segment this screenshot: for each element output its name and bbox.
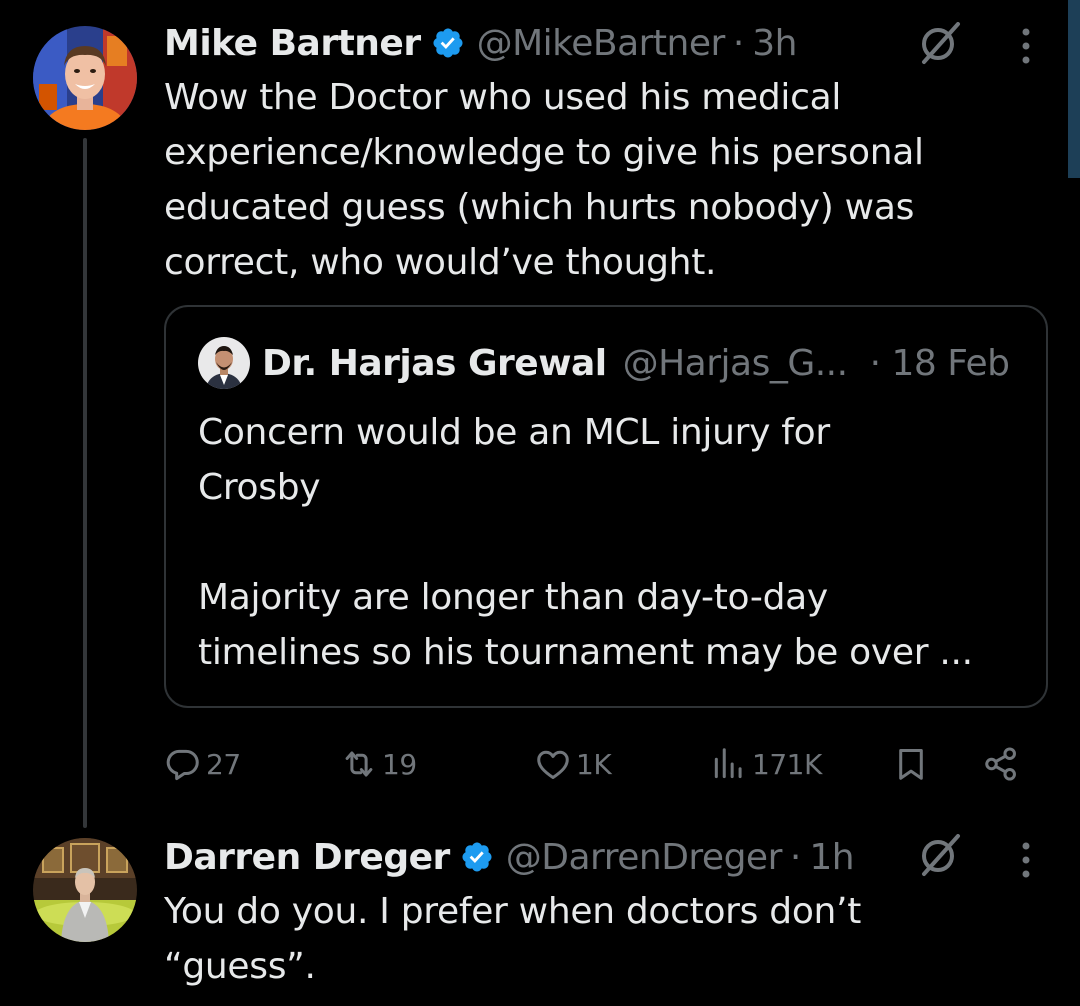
quoted-tweet-text: Concern would be an MCL injury for Crosb… [198, 412, 973, 673]
avatar-mike-bartner[interactable] [33, 26, 137, 130]
avatar-darren-dreger[interactable] [33, 838, 137, 942]
quoted-author-handle: @Harjas_G... [622, 342, 848, 384]
tweet-text: You do you. I prefer when doctors don’t … [164, 891, 862, 987]
timestamp[interactable]: 3h [752, 23, 797, 64]
view-count: 171K [752, 747, 822, 781]
more-options-icon[interactable] [1020, 840, 1032, 880]
like-button[interactable]: 1K [534, 736, 612, 792]
separator: · [789, 836, 802, 878]
views-icon [714, 748, 742, 779]
thread-connector-line [83, 138, 87, 828]
quoted-author-name: Dr. Harjas Grewal [262, 342, 607, 384]
grok-icon[interactable] [918, 22, 962, 66]
verified-badge-icon [462, 842, 492, 872]
reply-icon [166, 749, 199, 781]
repost-icon [345, 751, 373, 777]
separator: · [732, 22, 745, 64]
share-icon [985, 747, 1016, 781]
tweet-thread: Mike Bartner @MikeBartner · 3h Wow the D… [0, 0, 1080, 1006]
repost-count: 19 [382, 747, 417, 781]
more-options-icon[interactable] [1020, 26, 1032, 66]
quoted-tweet-header: Dr. Harjas Grewal @Harjas_G... · 18 Feb [262, 337, 1010, 389]
tweet-text: Wow the Doctor who used his medical expe… [164, 77, 924, 283]
reply-button[interactable]: 27 [164, 736, 241, 792]
like-icon [537, 750, 569, 779]
author-handle[interactable]: @MikeBartner [477, 23, 726, 64]
like-count: 1K [576, 747, 612, 781]
reply-count: 27 [206, 747, 241, 781]
author-handle[interactable]: @DarrenDreger [506, 837, 783, 878]
timestamp[interactable]: 1h [809, 837, 854, 878]
quoted-tweet-card[interactable]: Dr. Harjas Grewal @Harjas_G... · 18 Feb … [164, 305, 1048, 708]
avatar-harjas-grewal [198, 337, 250, 389]
share-button[interactable] [982, 736, 1020, 792]
verified-badge-icon [433, 28, 463, 58]
bookmark-icon [899, 749, 923, 780]
tweet-header: Mike Bartner @MikeBartner · 3h [164, 20, 797, 66]
author-name[interactable]: Mike Bartner [164, 23, 421, 64]
grok-icon[interactable] [918, 834, 962, 878]
bookmark-button[interactable] [892, 736, 930, 792]
views-button[interactable]: 171K [710, 736, 822, 792]
author-name[interactable]: Darren Dreger [164, 837, 450, 878]
repost-button[interactable]: 19 [340, 736, 417, 792]
quoted-timestamp: · 18 Feb [869, 342, 1010, 384]
scrollbar[interactable] [1068, 0, 1080, 178]
tweet-header: Darren Dreger @DarrenDreger · 1h [164, 834, 855, 880]
tweet-action-bar: 27 19 1K 171K [164, 736, 1034, 792]
